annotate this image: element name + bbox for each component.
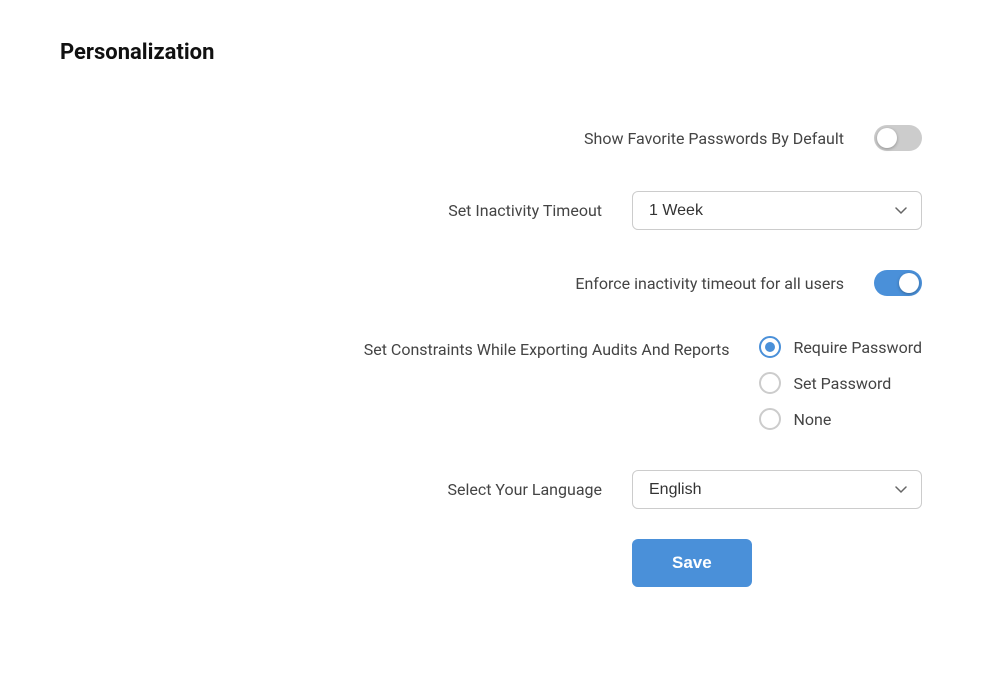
save-button[interactable]: Save [632,539,752,587]
page-title: Personalization [60,40,922,65]
language-control: English Spanish French German Portuguese… [632,470,922,509]
export-constraints-row: Set Constraints While Exporting Audits A… [60,316,922,450]
radio-none-circle [759,408,781,430]
export-constraints-radio-group: Require Password Set Password None [759,336,922,430]
save-row-inner: Save [632,539,922,587]
export-constraints-label: Set Constraints While Exporting Audits A… [364,336,730,359]
radio-require-password-inner [765,342,775,352]
enforce-timeout-label: Enforce inactivity timeout for all users [575,274,844,293]
radio-none[interactable]: None [759,408,922,430]
radio-set-password-label: Set Password [793,374,891,393]
show-favorite-track [874,125,922,151]
radio-none-label: None [793,410,831,429]
radio-require-password-label: Require Password [793,338,922,357]
show-favorite-label: Show Favorite Passwords By Default [584,129,844,148]
save-row: Save [60,529,922,587]
radio-set-password[interactable]: Set Password [759,372,922,394]
inactivity-timeout-select[interactable]: Never 15 Minutes 30 Minutes 1 Hour 1 Day… [632,191,922,230]
enforce-timeout-control [874,270,922,296]
enforce-timeout-toggle[interactable] [874,270,922,296]
language-row: Select Your Language English Spanish Fre… [60,450,922,529]
enforce-timeout-track [874,270,922,296]
language-label: Select Your Language [447,480,602,499]
radio-require-password[interactable]: Require Password [759,336,922,358]
show-favorite-row: Show Favorite Passwords By Default [60,105,922,171]
show-favorite-control [874,125,922,151]
show-favorite-thumb [877,128,897,148]
radio-set-password-circle [759,372,781,394]
inactivity-timeout-control: Never 15 Minutes 30 Minutes 1 Hour 1 Day… [632,191,922,230]
export-constraints-control: Require Password Set Password None [759,336,922,430]
radio-require-password-circle [759,336,781,358]
language-select[interactable]: English Spanish French German Portuguese… [632,470,922,509]
enforce-timeout-thumb [899,273,919,293]
enforce-timeout-row: Enforce inactivity timeout for all users [60,250,922,316]
show-favorite-toggle[interactable] [874,125,922,151]
inactivity-timeout-label: Set Inactivity Timeout [448,201,602,220]
inactivity-timeout-row: Set Inactivity Timeout Never 15 Minutes … [60,171,922,250]
settings-container: Show Favorite Passwords By Default Set I… [60,105,922,587]
